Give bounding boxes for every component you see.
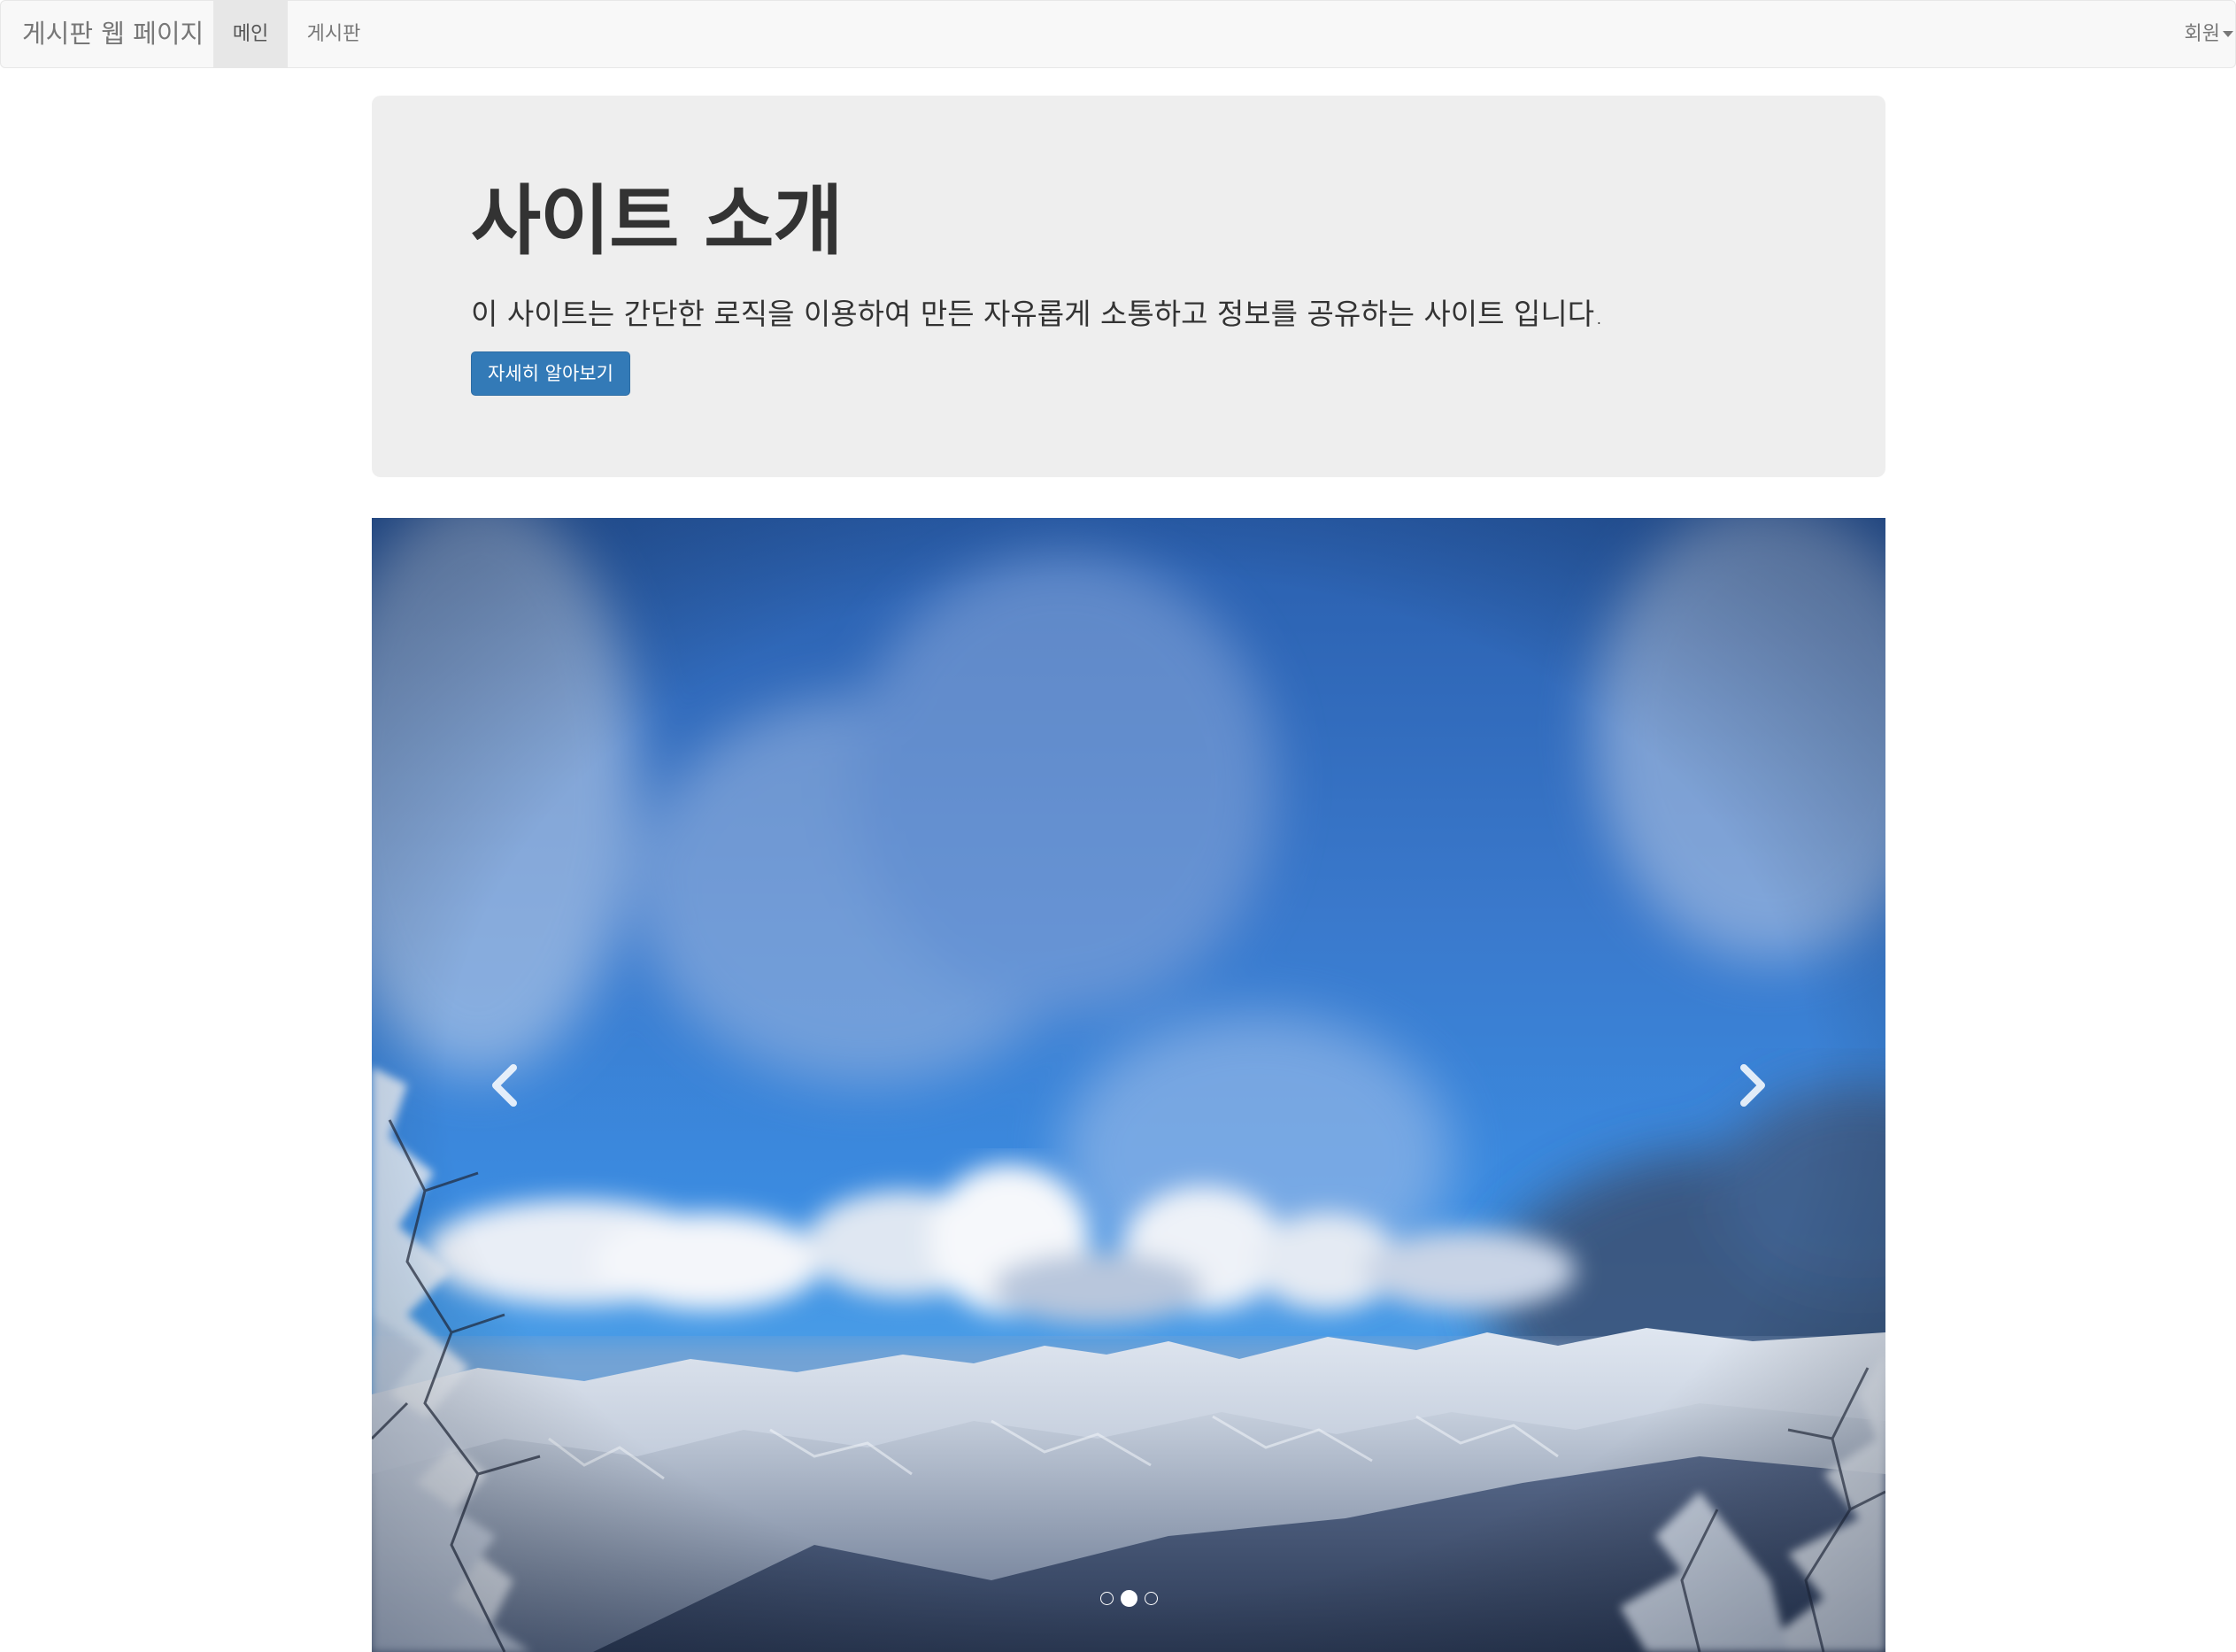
carousel-indicator-1[interactable] (1099, 1592, 1114, 1605)
carousel-indicator-2[interactable] (1120, 1590, 1137, 1607)
caret-down-icon (2223, 31, 2233, 37)
page-title: 사이트 소개 (471, 177, 844, 266)
learn-more-button[interactable]: 자세히 알아보기 (471, 351, 630, 396)
chevron-right-icon (1740, 1063, 1765, 1107)
intro-description: 이 사이트는 간단한 로직을 이용하여 만든 자유롭게 소통하고 정보를 공유하… (471, 297, 1604, 331)
nav-item-main[interactable]: 메인 (213, 1, 288, 67)
intro-jumbotron: 사이트 소개 이 사이트는 간단한 로직을 이용하여 만든 자유롭게 소통하고 … (372, 96, 1885, 477)
image-carousel (372, 518, 1885, 1652)
carousel-next-control[interactable] (1664, 518, 1841, 1652)
carousel-indicator-3[interactable] (1144, 1592, 1158, 1605)
top-navbar: 게시판 웹 페이지 메인 게시판 회원 (0, 0, 2236, 68)
member-dropdown-label: 회원 (2184, 23, 2220, 45)
carousel-prev-control[interactable] (416, 518, 593, 1652)
member-dropdown[interactable]: 회원 (2185, 1, 2235, 67)
brand-link[interactable]: 게시판 웹 페이지 (1, 1, 225, 67)
nav-item-board[interactable]: 게시판 (288, 1, 380, 67)
carousel-slide-image (372, 518, 1885, 1652)
carousel-indicators (372, 1590, 1885, 1607)
chevron-left-icon (492, 1063, 517, 1107)
